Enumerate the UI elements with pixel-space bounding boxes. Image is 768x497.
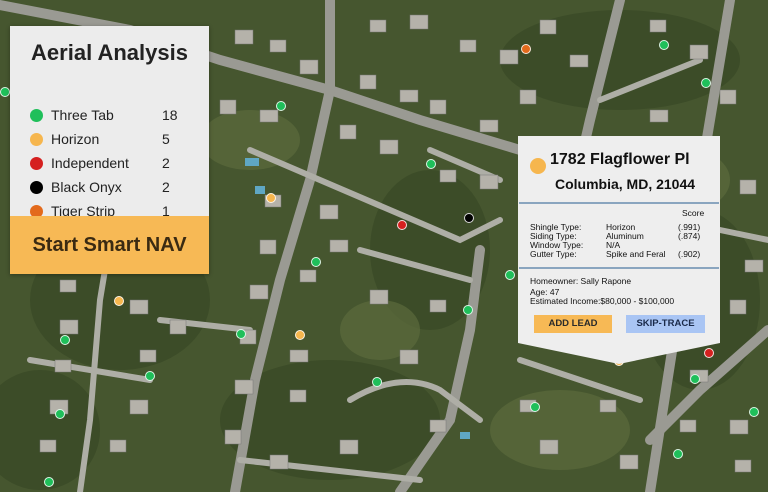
map-marker-three-tab[interactable] bbox=[690, 374, 700, 384]
map-marker-three-tab[interactable] bbox=[311, 257, 321, 267]
map-marker-three-tab[interactable] bbox=[701, 78, 711, 88]
horizon-dot-icon bbox=[30, 133, 43, 146]
map-marker-three-tab[interactable] bbox=[44, 477, 54, 487]
map-marker-independent[interactable] bbox=[397, 220, 407, 230]
map-marker-three-tab[interactable] bbox=[749, 407, 759, 417]
legend-item-count: 2 bbox=[162, 155, 170, 171]
add-lead-button[interactable]: ADD LEAD bbox=[534, 315, 612, 333]
spec-value: Spike and Feral bbox=[606, 249, 666, 259]
legend-panel: Aerial Analysis Three Tab 18 Horizon 5 I… bbox=[10, 26, 209, 274]
legend-item-black-onyx[interactable]: Black Onyx 2 bbox=[30, 178, 200, 198]
map-marker-three-tab[interactable] bbox=[145, 371, 155, 381]
legend-item-count: 18 bbox=[162, 107, 178, 123]
map-marker-three-tab[interactable] bbox=[426, 159, 436, 169]
map-marker-tiger-strip[interactable] bbox=[521, 44, 531, 54]
black-onyx-dot-icon bbox=[30, 181, 43, 194]
legend-item-horizon[interactable]: Horizon 5 bbox=[30, 130, 200, 150]
legend-item-label: Independent bbox=[51, 155, 129, 171]
map-marker-horizon[interactable] bbox=[266, 193, 276, 203]
start-smart-nav-button[interactable]: Start Smart NAV bbox=[10, 216, 209, 274]
legend-item-label: Black Onyx bbox=[51, 179, 122, 195]
map-marker-three-tab[interactable] bbox=[659, 40, 669, 50]
map-marker-three-tab[interactable] bbox=[673, 449, 683, 459]
horizon-dot-icon bbox=[530, 158, 546, 174]
map-marker-three-tab[interactable] bbox=[372, 377, 382, 387]
map-marker-three-tab[interactable] bbox=[463, 305, 473, 315]
divider bbox=[519, 267, 719, 269]
legend-item-count: 5 bbox=[162, 131, 170, 147]
map-marker-three-tab[interactable] bbox=[55, 409, 65, 419]
map-marker-three-tab[interactable] bbox=[276, 101, 286, 111]
estimated-income: Estimated Income:$80,000 - $100,000 bbox=[530, 296, 675, 306]
address-street: 1782 Flagflower Pl bbox=[550, 151, 690, 168]
map-marker-three-tab[interactable] bbox=[60, 335, 70, 345]
address-city: Columbia, MD, 21044 bbox=[555, 176, 696, 192]
legend-title: Aerial Analysis bbox=[31, 40, 188, 65]
skip-trace-button[interactable]: SKIP-TRACE bbox=[626, 315, 705, 333]
legend-item-label: Horizon bbox=[51, 131, 100, 147]
spec-score: (.902) bbox=[678, 249, 701, 259]
map-marker-horizon[interactable] bbox=[295, 330, 305, 340]
map-marker-horizon[interactable] bbox=[114, 296, 124, 306]
independent-dot-icon bbox=[30, 157, 43, 170]
homeowner: Homeowner: Sally Rapone bbox=[530, 276, 632, 286]
score-header: Score bbox=[682, 208, 705, 218]
spec-score: (.874) bbox=[678, 231, 701, 241]
three-tab-dot-icon bbox=[30, 109, 43, 122]
map-marker-three-tab[interactable] bbox=[530, 402, 540, 412]
property-popup: 1782 Flagflower Pl Columbia, MD, 21044 S… bbox=[518, 136, 720, 364]
map-marker-three-tab[interactable] bbox=[0, 87, 10, 97]
legend-item-independent[interactable]: Independent 2 bbox=[30, 154, 200, 174]
legend-item-label: Three Tab bbox=[51, 107, 114, 123]
map-marker-three-tab[interactable] bbox=[505, 270, 515, 280]
legend-item-three-tab[interactable]: Three Tab 18 bbox=[30, 106, 200, 126]
legend-item-count: 2 bbox=[162, 179, 170, 195]
map-marker-black-onyx[interactable] bbox=[464, 213, 474, 223]
divider bbox=[519, 202, 719, 204]
map-marker-three-tab[interactable] bbox=[236, 329, 246, 339]
spec-label: Gutter Type: bbox=[530, 249, 577, 259]
